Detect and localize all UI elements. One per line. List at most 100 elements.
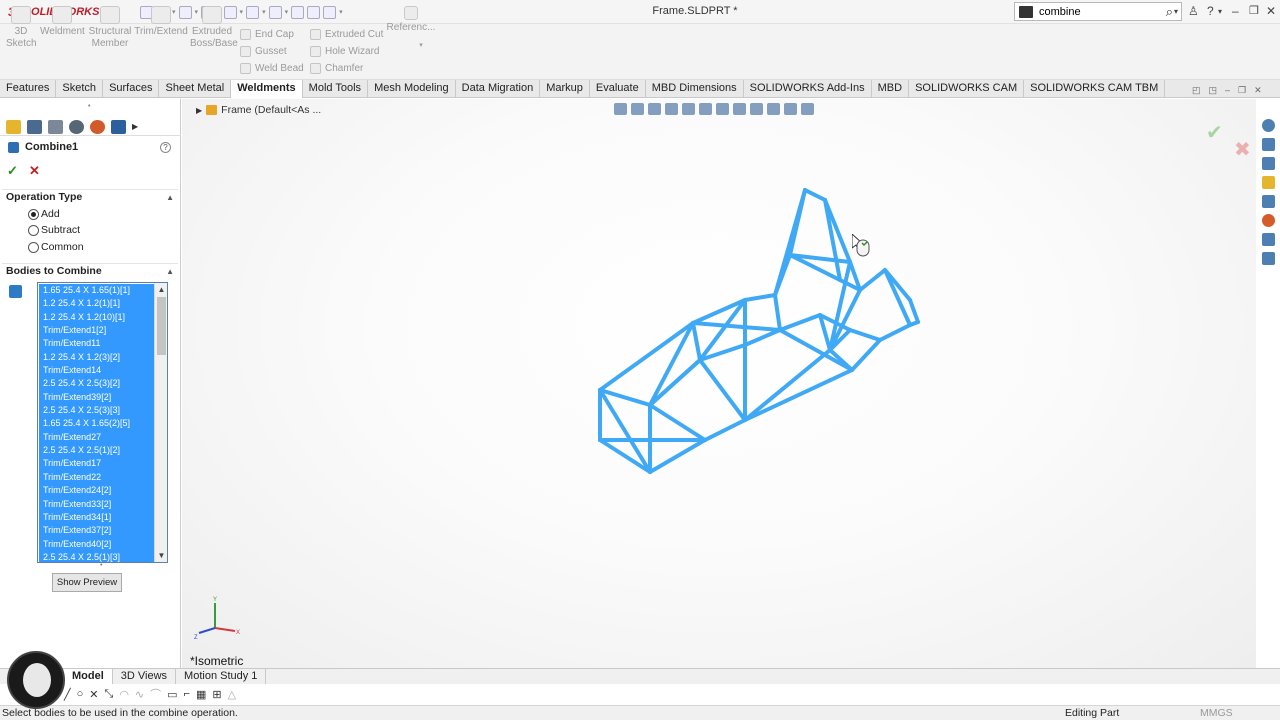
frame-tube[interactable] (773, 293, 782, 332)
view-palette-icon[interactable] (1262, 195, 1275, 208)
operation-type-header[interactable]: Operation Type ▲ (2, 189, 178, 204)
list-item[interactable]: 1.65 25.4 X 1.65(2)[5] (39, 417, 154, 430)
frame-tube[interactable] (878, 323, 912, 342)
frame-tube[interactable] (743, 293, 777, 302)
dimxpert-tab-icon[interactable] (69, 119, 84, 134)
viewport-minimize-icon[interactable]: – (1225, 85, 1230, 96)
rectangle-tool-icon[interactable]: ▭ (167, 688, 177, 701)
arc-tool-icon[interactable]: ◠ (119, 688, 129, 701)
tab-sketch[interactable]: Sketch (56, 80, 104, 98)
smart-dimension-icon[interactable]: ⤡ (105, 688, 114, 701)
reference-dropdown-icon[interactable]: ▾ (386, 40, 436, 52)
fillet-tool-icon[interactable]: ⌒ (150, 686, 161, 702)
help-icon[interactable]: ? (160, 142, 171, 153)
list-item[interactable]: Trim/Extend17 (39, 457, 154, 470)
list-scrollbar[interactable]: ▲ ▼ (154, 283, 167, 562)
trim-tool-icon[interactable]: ✕ (89, 688, 98, 701)
frame-tube[interactable] (648, 403, 707, 442)
tab-evaluate[interactable]: Evaluate (590, 80, 646, 98)
design-library-icon[interactable] (1262, 157, 1275, 170)
radio-common[interactable]: Common (28, 241, 84, 253)
extruded-cut-button[interactable]: Extruded Cut (310, 26, 383, 43)
help-icon[interactable]: ? (1207, 4, 1214, 18)
radio-subtract[interactable]: Subtract (28, 224, 80, 236)
frame-tube[interactable] (858, 268, 887, 292)
tab-mesh-modeling[interactable]: Mesh Modeling (368, 80, 456, 98)
bodies-selection-list[interactable]: 1.65 25.4 X 1.65(1)[1] 1.2 25.4 X 1.2(1)[… (37, 282, 168, 563)
home-icon[interactable] (1262, 138, 1275, 151)
print-dropdown-icon[interactable]: ▾ (240, 8, 244, 16)
display-manager-tab-icon[interactable] (90, 119, 105, 134)
list-resize-grip-icon[interactable]: • (100, 562, 102, 569)
undo-icon[interactable] (246, 5, 260, 19)
list-item[interactable]: Trim/Extend33[2] (39, 498, 154, 511)
bodies-to-combine-header[interactable]: Bodies to Combine ▲ (2, 263, 178, 278)
frame-tube[interactable] (703, 418, 747, 442)
unit-system[interactable]: MMGS (1200, 707, 1233, 719)
frame-tube[interactable] (743, 328, 782, 347)
list-item[interactable]: 1.65 25.4 X 1.65(1)[1] (39, 284, 154, 297)
frame-tube[interactable] (773, 188, 807, 297)
list-item[interactable]: Trim/Extend37[2] (39, 524, 154, 537)
radio-add-button[interactable] (28, 208, 39, 220)
select-dropdown-icon[interactable]: ▾ (285, 8, 289, 16)
list-item[interactable]: 1.2 25.4 X 1.2(10)[1] (39, 311, 154, 324)
list-item[interactable]: Trim/Extend22 (39, 471, 154, 484)
grid-tool-icon[interactable]: ▦ (196, 688, 206, 701)
line-tool-icon[interactable]: ╱ (64, 688, 71, 701)
structural-member-button[interactable]: Structural Member (88, 6, 132, 50)
custom-properties-icon[interactable] (1262, 233, 1275, 246)
list-item[interactable]: Trim/Extend27 (39, 431, 154, 444)
solidworks-resources-icon[interactable] (1262, 119, 1275, 132)
frame-tube[interactable] (908, 298, 920, 324)
list-item[interactable]: Trim/Extend40[2] (39, 538, 154, 551)
configurationmanager-tab-icon[interactable] (48, 119, 63, 134)
scroll-thumb[interactable] (157, 297, 166, 355)
bottom-tab-3d-views[interactable]: 3D Views (113, 669, 177, 684)
circle-tool-icon[interactable]: ○ (77, 688, 84, 700)
weld-bead-button[interactable]: Weld Bead (240, 60, 304, 77)
list-item[interactable]: Trim/Extend24[2] (39, 484, 154, 497)
rebuild-icon[interactable] (291, 5, 305, 19)
tile-icon[interactable]: ◰ (1192, 85, 1201, 96)
search-icon[interactable]: ⌕ (1166, 4, 1173, 20)
collapse-chevron-icon[interactable]: ▲ (166, 267, 174, 276)
forum-icon[interactable] (1262, 252, 1275, 265)
list-item[interactable]: Trim/Extend1[2] (39, 324, 154, 337)
cam-manager-tab-icon[interactable] (111, 119, 126, 134)
file-explorer-icon[interactable] (1262, 176, 1275, 189)
list-item[interactable]: 2.5 25.4 X 2.5(3)[3] (39, 404, 154, 417)
viewport-close-icon[interactable]: ✕ (1254, 85, 1262, 96)
restore-icon[interactable]: ❐ (1249, 4, 1259, 17)
frame-tube[interactable] (691, 321, 782, 332)
list-item[interactable]: Trim/Extend34[1] (39, 511, 154, 524)
list-item[interactable]: Trim/Extend14 (39, 364, 154, 377)
tab-mold-tools[interactable]: Mold Tools (303, 80, 369, 98)
mirror-tool-icon[interactable]: △ (228, 688, 236, 701)
tab-solidworks-add-ins[interactable]: SOLIDWORKS Add-Ins (744, 80, 872, 98)
radio-common-button[interactable] (28, 241, 39, 253)
weldment-button[interactable]: Weldment (40, 6, 85, 38)
frame-tube[interactable] (691, 321, 702, 362)
user-icon[interactable]: ♙ (1188, 4, 1199, 18)
radio-add[interactable]: Add (28, 208, 60, 220)
frame-tube[interactable] (850, 338, 882, 372)
help-dropdown-icon[interactable]: ▾ (1218, 7, 1222, 16)
viewport-restore-icon[interactable]: ❐ (1238, 85, 1246, 96)
list-item[interactable]: Trim/Extend11 (39, 337, 154, 350)
list-item[interactable]: 2.5 25.4 X 2.5(3)[2] (39, 377, 154, 390)
reference-geometry-button[interactable]: Referenc... ▾ (386, 6, 436, 52)
tab-markup[interactable]: Markup (540, 80, 590, 98)
propertymanager-tab-icon[interactable] (27, 119, 42, 134)
select-icon[interactable] (268, 5, 282, 19)
tab-surfaces[interactable]: Surfaces (103, 80, 160, 98)
search-commands[interactable]: ⌕ (1014, 2, 1182, 21)
bottom-tab-model[interactable]: Model (64, 669, 113, 684)
frame-tube[interactable] (828, 288, 862, 352)
close-icon[interactable]: ✕ (1266, 4, 1276, 18)
bodies-list[interactable]: 1.65 25.4 X 1.65(1)[1] 1.2 25.4 X 1.2(1)[… (39, 284, 154, 562)
tab-features[interactable]: Features (0, 80, 57, 98)
tab-solidworks-cam[interactable]: SOLIDWORKS CAM (909, 80, 1025, 98)
frame-tube[interactable] (648, 438, 707, 474)
tab-sheet-metal[interactable]: Sheet Metal (159, 80, 232, 98)
